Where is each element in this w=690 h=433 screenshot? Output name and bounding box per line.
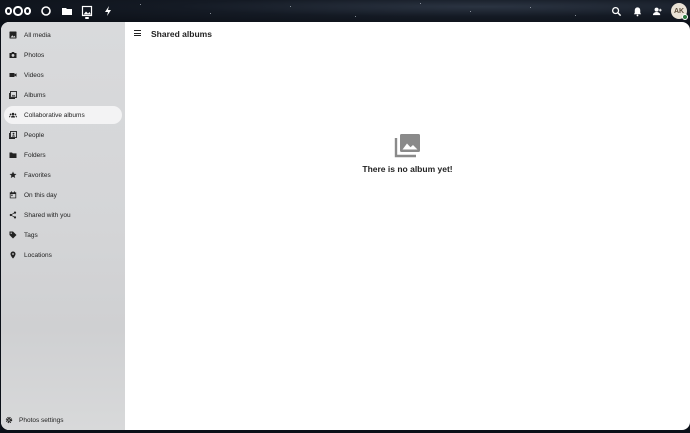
star-icon <box>9 171 17 178</box>
sidebar-item-people[interactable]: People <box>4 126 122 144</box>
search-icon[interactable] <box>610 5 622 17</box>
menu-line <box>134 32 141 34</box>
main-content: Shared albums There is no album yet! <box>125 22 690 430</box>
background-star <box>355 16 356 17</box>
sidebar-item-label: Locations <box>24 251 52 259</box>
sidebar-item-label: Favorites <box>24 171 51 179</box>
camera-icon <box>9 52 17 58</box>
sidebar-item-label: All media <box>24 31 51 39</box>
sidebar-item-albums[interactable]: Albums <box>4 86 122 104</box>
background-star <box>575 15 576 16</box>
photos-app-window: All media Photos Videos Albums Collabora… <box>1 22 690 430</box>
sidebar-item-label: Tags <box>24 231 38 239</box>
logo-ring <box>23 7 31 15</box>
sidebar-item-on-this-day[interactable]: On this day <box>4 186 122 204</box>
sidebar-item-label: Albums <box>24 91 46 99</box>
online-status-badge <box>682 14 688 20</box>
sidebar-item-label: Collaborative albums <box>24 111 85 119</box>
sidebar-item-label: Videos <box>24 71 44 79</box>
background-star <box>210 13 211 14</box>
menu-line <box>134 30 141 32</box>
logo-ring <box>5 7 13 15</box>
sidebar-item-label: Photos <box>24 51 45 59</box>
photos-icon[interactable] <box>81 5 93 17</box>
page-title: Shared albums <box>151 29 212 39</box>
empty-state: There is no album yet! <box>125 132 690 174</box>
gear-icon <box>5 416 13 424</box>
logo-ring <box>13 6 23 16</box>
people-icon <box>9 131 17 139</box>
files-icon[interactable] <box>61 5 73 17</box>
background-star <box>140 4 141 5</box>
video-icon <box>9 73 17 77</box>
active-app-indicator <box>85 17 89 19</box>
background-star <box>290 6 291 7</box>
albums-icon <box>9 91 17 99</box>
menu-toggle-icon[interactable] <box>134 29 143 38</box>
photos-settings-button[interactable]: Photos settings <box>5 414 63 426</box>
calendar-icon <box>9 191 17 199</box>
photos-settings-label: Photos settings <box>19 416 64 424</box>
sidebar-item-label: On this day <box>24 191 57 199</box>
sidebar-item-photos[interactable]: Photos <box>4 46 122 64</box>
sidebar-item-label: People <box>24 131 45 139</box>
dashboard-icon[interactable] <box>40 5 52 17</box>
nextcloud-logo[interactable] <box>5 5 31 17</box>
contacts-icon[interactable] <box>651 5 663 17</box>
empty-state-message: There is no album yet! <box>362 164 453 174</box>
sidebar-item-locations[interactable]: Locations <box>4 246 122 264</box>
sidebar: All media Photos Videos Albums Collabora… <box>1 22 125 430</box>
menu-line <box>134 35 141 37</box>
sidebar-item-label: Folders <box>24 151 46 159</box>
background-star <box>420 3 421 4</box>
tag-icon <box>9 231 17 239</box>
user-avatar[interactable]: AK <box>671 3 688 20</box>
sidebar-nav: All media Photos Videos Albums Collabora… <box>1 22 125 264</box>
albums-empty-icon <box>394 134 420 158</box>
sidebar-item-videos[interactable]: Videos <box>4 66 122 84</box>
top-header: AK <box>0 0 690 22</box>
sidebar-item-collaborative-albums[interactable]: Collaborative albums <box>4 106 122 124</box>
map-marker-icon <box>10 251 16 259</box>
group-icon <box>9 112 17 118</box>
image-icon <box>9 31 17 39</box>
sidebar-item-shared-with-you[interactable]: Shared with you <box>4 206 122 224</box>
sidebar-item-tags[interactable]: Tags <box>4 226 122 244</box>
folder-icon <box>9 152 17 158</box>
activity-icon[interactable] <box>102 5 114 17</box>
background-star <box>470 11 471 12</box>
content-header: Shared albums <box>125 22 690 46</box>
notifications-bell-icon[interactable] <box>631 5 643 17</box>
sidebar-item-folders[interactable]: Folders <box>4 146 122 164</box>
sidebar-item-label: Shared with you <box>24 211 71 219</box>
share-icon <box>9 211 17 219</box>
sidebar-item-all-media[interactable]: All media <box>4 26 122 44</box>
background-star <box>530 7 531 8</box>
sidebar-item-favorites[interactable]: Favorites <box>4 166 122 184</box>
